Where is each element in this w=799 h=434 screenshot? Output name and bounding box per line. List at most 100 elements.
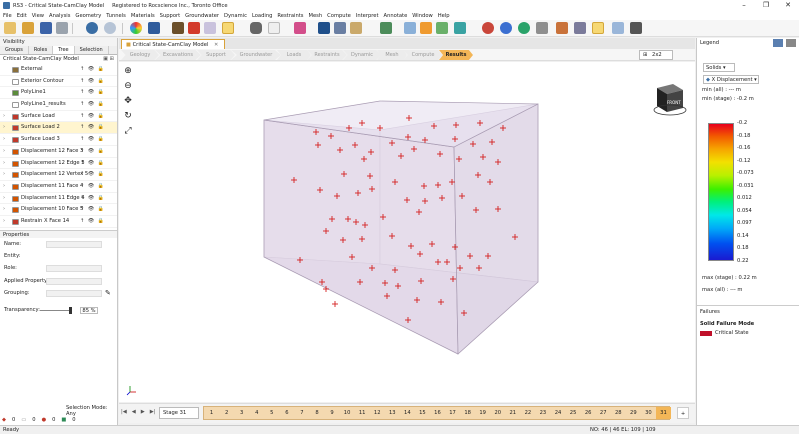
expand-arrow-icon[interactable]: › <box>3 111 5 123</box>
sphere-green-icon[interactable] <box>518 22 530 34</box>
prop-applied-field[interactable] <box>46 277 102 285</box>
next-stage-icon[interactable]: ▶ <box>141 409 145 415</box>
tree-root[interactable]: Critical State-CamClay Model ▣ ⊞ <box>0 55 117 64</box>
open-folder-icon[interactable] <box>22 22 34 34</box>
menu-view[interactable]: View <box>32 13 44 19</box>
draw-line-icon[interactable] <box>172 22 184 34</box>
stage-number[interactable]: 8 <box>309 407 324 419</box>
pencil-icon[interactable]: ✎ <box>105 287 111 299</box>
chart-icon[interactable] <box>536 22 548 34</box>
menu-analysis[interactable]: Analysis <box>49 13 70 19</box>
stage-number[interactable]: 12 <box>370 407 385 419</box>
rock-icon[interactable] <box>334 22 346 34</box>
stage-number[interactable]: 31 <box>655 407 671 419</box>
tree-item[interactable]: PolyLine1_results ↑ 👁 🔒 <box>0 99 117 111</box>
tree-item[interactable]: › Surface Load 2 ↑ 👁 🔒 <box>0 122 117 135</box>
stage-number[interactable]: 4 <box>249 407 264 419</box>
stage-number[interactable]: 21 <box>505 407 520 419</box>
query-point-marker[interactable] <box>332 301 338 307</box>
3d-viewport[interactable]: ⊕ ⊖ ✥ ↻ ⤢ FRONT <box>119 62 695 402</box>
expand-arrow-icon[interactable]: › <box>3 216 5 228</box>
tree-item[interactable]: › Displacement 11 Edge 4 ↑ 👁 🔒 <box>0 193 117 205</box>
menu-loading[interactable]: Loading <box>252 13 272 19</box>
visibility-lock-icons[interactable]: ↑ 👁 🔒 <box>80 99 105 111</box>
view-cube[interactable]: FRONT <box>651 76 687 116</box>
tab-tree[interactable]: Tree <box>53 46 75 54</box>
tab-critical-state-model[interactable]: ■ Critical State-CamClay Model ✕ <box>121 39 226 49</box>
minimize-button[interactable]: – <box>733 0 755 11</box>
print-icon[interactable] <box>56 22 68 34</box>
maximize-button[interactable]: ❐ <box>755 0 777 11</box>
menu-interpret[interactable]: Interpret <box>356 13 379 19</box>
prop-name-field[interactable] <box>46 240 102 248</box>
model-canvas[interactable] <box>119 62 695 402</box>
visibility-lock-icons[interactable]: ↑ 👁 🔒 <box>80 158 105 170</box>
workflow-geology[interactable]: Geology <box>121 50 159 60</box>
prop-grouping-field[interactable] <box>46 290 102 298</box>
stage-number[interactable]: 10 <box>340 407 355 419</box>
menu-tunnels[interactable]: Tunnels <box>106 13 126 19</box>
display-options-icon[interactable] <box>148 22 160 34</box>
visibility-lock-icons[interactable]: ↑ 👁 🔒 <box>80 204 105 216</box>
expand-arrow-icon[interactable]: › <box>3 181 5 193</box>
tree-item[interactable]: › Surface Load ↑ 👁 🔒 <box>0 111 117 123</box>
stage-number[interactable]: 16 <box>430 407 445 419</box>
stage-number[interactable]: 9 <box>325 407 340 419</box>
tool-icon[interactable] <box>574 22 586 34</box>
new-file-icon[interactable] <box>4 22 16 34</box>
first-stage-icon[interactable]: |◀ <box>121 409 127 415</box>
legend-settings-icon[interactable] <box>773 39 783 47</box>
stage-number[interactable]: 22 <box>520 407 535 419</box>
result-type-dropdown[interactable]: ◆ X Displacement ▾ <box>703 75 759 84</box>
workflow-mesh[interactable]: Mesh <box>377 50 407 60</box>
workflow-groundwater[interactable]: Groundwater <box>231 50 281 60</box>
last-stage-icon[interactable]: ▶| <box>150 409 156 415</box>
mesh-icon[interactable] <box>318 22 330 34</box>
visibility-lock-icons[interactable]: ↑ 👁 🔒 <box>80 169 105 181</box>
workflow-restraints[interactable]: Restraints <box>307 50 347 60</box>
expand-arrow-icon[interactable]: › <box>3 134 5 146</box>
tab-roles[interactable]: Roles <box>29 46 54 54</box>
cube-green-icon[interactable] <box>436 22 448 34</box>
transparency-value[interactable]: 85 % <box>80 306 98 314</box>
view-options-icon[interactable] <box>630 22 642 34</box>
expand-arrow-icon[interactable]: › <box>3 204 5 216</box>
visibility-lock-icons[interactable]: ↑ 👁 🔒 <box>80 111 105 123</box>
menu-help[interactable]: Help <box>438 13 450 19</box>
visibility-lock-icons[interactable]: ↑ 👁 🔒 <box>80 193 105 205</box>
legend-options-icon[interactable] <box>786 39 796 47</box>
stage-number[interactable]: 19 <box>475 407 490 419</box>
stage-number[interactable]: 28 <box>611 407 626 419</box>
tree-item[interactable]: Exterior Contour ↑ 👁 🔒 <box>0 76 117 88</box>
stage-number[interactable]: 24 <box>550 407 565 419</box>
close-tab-icon[interactable]: ✕ <box>214 42 218 48</box>
report-icon[interactable] <box>612 22 624 34</box>
redo-icon[interactable] <box>104 22 116 34</box>
box-geometry-icon[interactable] <box>188 22 200 34</box>
tree-expand-icons[interactable]: ▣ ⊞ <box>103 55 114 64</box>
menu-materials[interactable]: Materials <box>131 13 155 19</box>
layer-icon[interactable] <box>350 22 362 34</box>
visibility-lock-icons[interactable]: ↑ 👁 🔒 <box>80 216 105 228</box>
save-icon[interactable] <box>40 22 52 34</box>
tree-item[interactable]: › Surface Load 3 ↑ 👁 🔒 <box>0 134 117 146</box>
highlight-tool-icon[interactable] <box>592 22 604 34</box>
transparency-slider[interactable] <box>40 309 72 311</box>
stage-number[interactable]: 18 <box>460 407 475 419</box>
stage-number[interactable]: 23 <box>535 407 550 419</box>
tree-item[interactable]: › Displacement 10 Face 5 ↑ 👁 🔒 <box>0 204 117 216</box>
expand-arrow-icon[interactable]: › <box>3 169 5 181</box>
material-icon[interactable] <box>556 22 568 34</box>
menu-restraints[interactable]: Restraints <box>277 13 303 19</box>
transparent-box-icon[interactable] <box>204 22 216 34</box>
query-icon[interactable] <box>404 22 416 34</box>
workflow-results[interactable]: Results <box>439 50 473 60</box>
visibility-lock-icons[interactable]: ↑ 👁 🔒 <box>80 134 105 146</box>
stage-number[interactable]: 3 <box>234 407 249 419</box>
workflow-dynamic[interactable]: Dynamic <box>343 50 381 60</box>
pin-icon[interactable] <box>294 22 306 34</box>
stage-number[interactable]: 15 <box>415 407 430 419</box>
workflow-loads[interactable]: Loads <box>277 50 311 60</box>
transparency-slider-handle[interactable] <box>69 306 72 314</box>
sphere-red-icon[interactable] <box>482 22 494 34</box>
